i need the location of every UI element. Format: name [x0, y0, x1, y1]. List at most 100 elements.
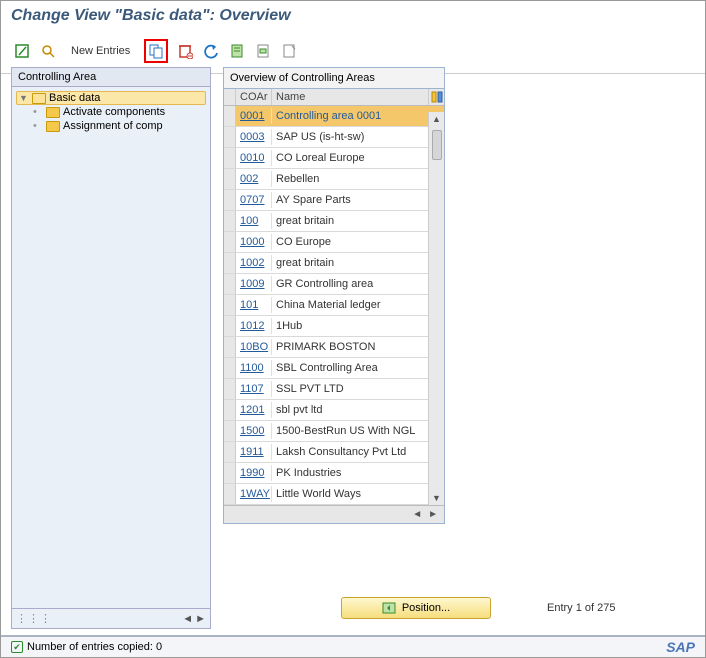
table-row[interactable]: 1201sbl pvt ltd — [224, 400, 444, 421]
row-handle[interactable] — [224, 169, 236, 189]
table-row[interactable]: 1000CO Europe — [224, 232, 444, 253]
row-handle[interactable] — [224, 211, 236, 231]
table-row[interactable]: 10121Hub — [224, 316, 444, 337]
row-handle[interactable] — [224, 190, 236, 210]
row-handle[interactable] — [224, 316, 236, 336]
configure-columns-icon[interactable] — [428, 89, 444, 105]
table-row[interactable]: 1WAYLittle World Ways — [224, 484, 444, 505]
table-row[interactable]: 1990PK Industries — [224, 463, 444, 484]
drag-handle-icon[interactable]: ⋮⋮⋮ — [16, 612, 52, 625]
row-handle[interactable] — [224, 421, 236, 441]
scroll-down-icon[interactable]: ▼ — [432, 493, 441, 503]
table-row[interactable]: 100great britain — [224, 211, 444, 232]
cell-coar[interactable]: 1100 — [236, 360, 272, 376]
cell-coar[interactable]: 100 — [236, 213, 272, 229]
table-row[interactable]: 0707AY Spare Parts — [224, 190, 444, 211]
row-handle[interactable] — [224, 484, 236, 504]
tree-item-activate[interactable]: • Activate components — [16, 105, 206, 119]
cell-name[interactable]: CO Loreal Europe — [272, 150, 428, 166]
v-scrollbar[interactable]: ▲ ▼ — [428, 112, 444, 505]
table-row[interactable]: 1100SBL Controlling Area — [224, 358, 444, 379]
cell-name[interactable]: great britain — [272, 255, 428, 271]
table-row[interactable]: 15001500-BestRun US With NGL — [224, 421, 444, 442]
cell-name[interactable]: SBL Controlling Area — [272, 360, 428, 376]
cell-name[interactable]: 1Hub — [272, 318, 428, 334]
new-entries-button[interactable]: New Entries — [65, 45, 136, 57]
row-handle[interactable] — [224, 253, 236, 273]
cell-coar[interactable]: 0001 — [236, 108, 272, 124]
cell-coar[interactable]: 1990 — [236, 465, 272, 481]
cell-coar[interactable]: 1012 — [236, 318, 272, 334]
cell-name[interactable]: great britain — [272, 213, 428, 229]
scroll-up-icon[interactable]: ▲ — [432, 114, 441, 124]
row-handle[interactable] — [224, 400, 236, 420]
cell-coar[interactable]: 002 — [236, 171, 272, 187]
col-header-coar[interactable]: COAr — [236, 89, 272, 105]
collapse-icon[interactable]: ▼ — [19, 93, 29, 103]
cell-coar[interactable]: 1911 — [236, 444, 272, 460]
cell-name[interactable]: CO Europe — [272, 234, 428, 250]
row-handle[interactable] — [224, 337, 236, 357]
row-handle[interactable] — [224, 232, 236, 252]
cell-name[interactable]: 1500-BestRun US With NGL — [272, 423, 428, 439]
cell-name[interactable]: AY Spare Parts — [272, 192, 428, 208]
table-row[interactable]: 0001Controlling area 0001 — [224, 106, 444, 127]
cell-name[interactable]: PK Industries — [272, 465, 428, 481]
cell-name[interactable]: SSL PVT LTD — [272, 381, 428, 397]
row-handle[interactable] — [224, 442, 236, 462]
cell-coar[interactable]: 10BO — [236, 339, 272, 355]
row-handle[interactable] — [224, 106, 236, 126]
row-handle[interactable] — [224, 463, 236, 483]
tree-item-assignment[interactable]: • Assignment of comp — [16, 119, 206, 133]
select-block-icon[interactable] — [254, 42, 272, 60]
cell-coar[interactable]: 0707 — [236, 192, 272, 208]
find-icon[interactable] — [39, 42, 57, 60]
undo-icon[interactable] — [202, 42, 220, 60]
table-row[interactable]: 002Rebellen — [224, 169, 444, 190]
h-scrollbar[interactable]: ◄ ► — [224, 505, 444, 523]
scroll-thumb[interactable] — [432, 130, 442, 160]
cell-name[interactable]: GR Controlling area — [272, 276, 428, 292]
table-row[interactable]: 1911Laksh Consultancy Pvt Ltd — [224, 442, 444, 463]
cell-name[interactable]: sbl pvt ltd — [272, 402, 428, 418]
row-handle[interactable] — [224, 127, 236, 147]
row-handle[interactable] — [224, 274, 236, 294]
row-handle[interactable] — [224, 148, 236, 168]
select-all-icon[interactable] — [228, 42, 246, 60]
position-button[interactable]: Position... — [341, 597, 491, 619]
table-row[interactable]: 10BOPRIMARK BOSTON — [224, 337, 444, 358]
table-row[interactable]: 101China Material ledger — [224, 295, 444, 316]
deselect-all-icon[interactable] — [280, 42, 298, 60]
row-handle[interactable] — [224, 358, 236, 378]
col-header-name[interactable]: Name — [272, 89, 428, 105]
table-row[interactable]: 1009GR Controlling area — [224, 274, 444, 295]
cell-name[interactable]: Controlling area 0001 — [272, 108, 428, 124]
cell-name[interactable]: SAP US (is-ht-sw) — [272, 129, 428, 145]
cell-coar[interactable]: 1000 — [236, 234, 272, 250]
sidebar-scroll[interactable]: ◄► — [182, 613, 206, 625]
cell-coar[interactable]: 1500 — [236, 423, 272, 439]
tree-item-basic-data[interactable]: ▼ Basic data — [16, 91, 206, 105]
cell-coar[interactable]: 0003 — [236, 129, 272, 145]
cell-name[interactable]: PRIMARK BOSTON — [272, 339, 428, 355]
cell-name[interactable]: Rebellen — [272, 171, 428, 187]
scroll-right-icon[interactable]: ► — [426, 509, 440, 520]
cell-coar[interactable]: 101 — [236, 297, 272, 313]
cell-coar[interactable]: 1107 — [236, 381, 272, 397]
delete-icon[interactable] — [176, 42, 194, 60]
cell-coar[interactable]: 1009 — [236, 276, 272, 292]
table-row[interactable]: 0003SAP US (is-ht-sw) — [224, 127, 444, 148]
table-row[interactable]: 0010CO Loreal Europe — [224, 148, 444, 169]
cell-name[interactable]: China Material ledger — [272, 297, 428, 313]
cell-coar[interactable]: 1201 — [236, 402, 272, 418]
copy-as-button[interactable] — [144, 39, 168, 63]
cell-coar[interactable]: 1WAY — [236, 486, 272, 502]
table-row[interactable]: 1107SSL PVT LTD — [224, 379, 444, 400]
cell-name[interactable]: Little World Ways — [272, 486, 428, 502]
cell-coar[interactable]: 1002 — [236, 255, 272, 271]
scroll-left-icon[interactable]: ◄ — [410, 509, 424, 520]
row-handle[interactable] — [224, 295, 236, 315]
other-view-icon[interactable] — [13, 42, 31, 60]
cell-name[interactable]: Laksh Consultancy Pvt Ltd — [272, 444, 428, 460]
table-row[interactable]: 1002great britain — [224, 253, 444, 274]
